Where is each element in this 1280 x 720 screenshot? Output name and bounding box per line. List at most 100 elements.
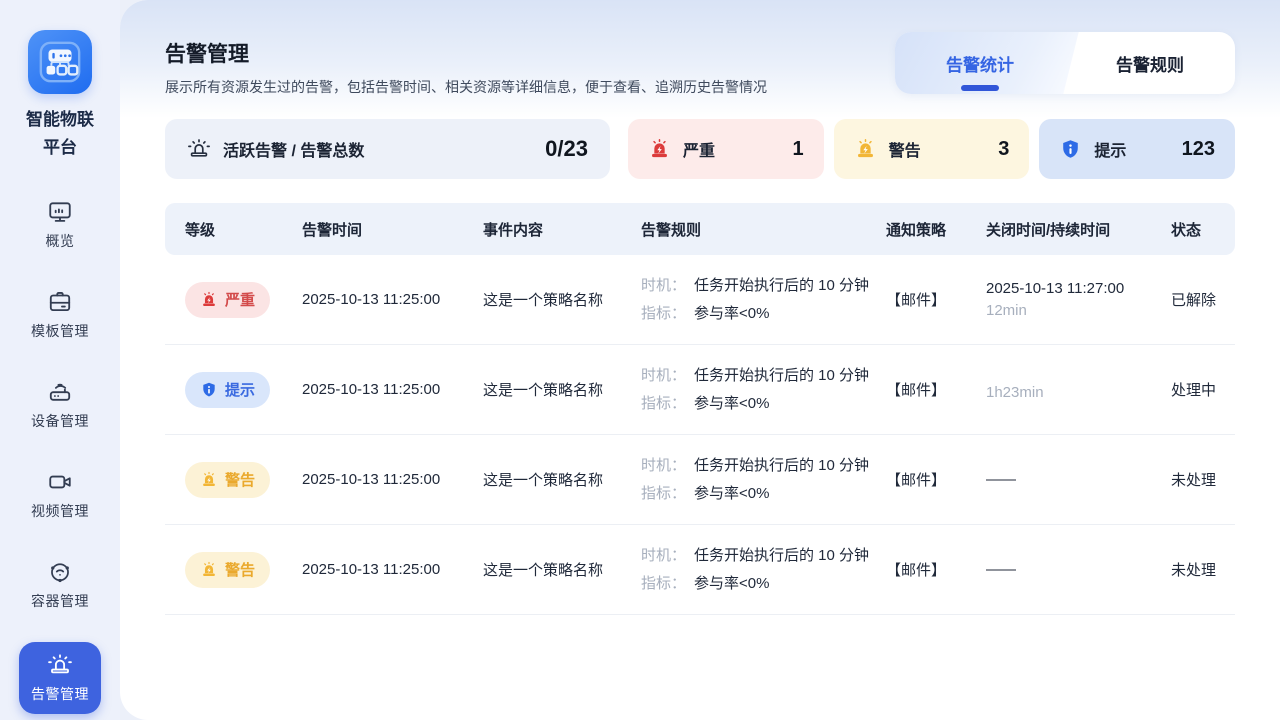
- status-cell: 处理中: [1171, 379, 1235, 400]
- rule-timing-value: 任务开始执行后的 10 分钟: [694, 277, 869, 294]
- table-row[interactable]: 警告 2025-10-13 11:25:00 这是一个策略名称 时机：任务开始执…: [165, 525, 1235, 615]
- close-time-value: ——: [986, 561, 1171, 578]
- sidebar-item-container[interactable]: 容器管理: [19, 552, 101, 618]
- severity-badge-label: 警告: [225, 469, 255, 490]
- event-content-cell: 这是一个策略名称: [483, 379, 641, 400]
- tab-alarm-rules[interactable]: 告警规则: [1065, 32, 1235, 94]
- active-alarm-summary-card: 活跃告警 / 告警总数 0/23: [165, 119, 610, 179]
- severity-badge: 严重: [185, 282, 270, 318]
- notify-policy-cell: 【邮件】: [886, 289, 986, 310]
- monitor-icon: [47, 199, 73, 225]
- sidebar-item-label: 概览: [46, 231, 75, 251]
- table-header-row: 等级告警时间事件内容告警规则通知策略关闭时间/持续时间状态: [165, 203, 1235, 255]
- video-camera-icon: [47, 469, 73, 495]
- summary-label: 活跃告警 / 告警总数: [223, 137, 364, 161]
- sidebar-item-label: 容器管理: [31, 591, 89, 611]
- app-logo: [28, 30, 92, 94]
- close-time-cell: 1h23min: [986, 379, 1171, 401]
- stat-card-label: 警告: [889, 137, 921, 161]
- severity-badge-label: 提示: [225, 379, 255, 400]
- alarm-table: 等级告警时间事件内容告警规则通知策略关闭时间/持续时间状态 严重 2025-10…: [165, 203, 1235, 615]
- siren-filled-icon: [200, 561, 218, 579]
- close-time-cell: ——: [986, 471, 1171, 488]
- rule-timing-label: 时机：: [641, 277, 686, 294]
- column-header: 关闭时间/持续时间: [986, 219, 1171, 240]
- column-header: 状态: [1171, 219, 1235, 240]
- column-header: 告警时间: [302, 219, 483, 240]
- stat-card-critical: 严重 1: [628, 119, 824, 179]
- notify-policy-cell: 【邮件】: [886, 469, 986, 490]
- sidebar-item-device[interactable]: 设备管理: [19, 372, 101, 438]
- alarm-time-cell: 2025-10-13 11:25:00: [302, 561, 483, 578]
- rule-metric-label: 指标：: [641, 575, 686, 592]
- table-body: 严重 2025-10-13 11:25:00 这是一个策略名称 时机： 任务开始执…: [165, 255, 1235, 615]
- alarm-time-cell: 2025-10-13 11:25:00: [302, 381, 483, 398]
- page-subtitle: 展示所有资源发生过的告警，包括告警时间、相关资源等详细信息，便于查看、追溯历史告…: [165, 77, 767, 97]
- iot-gateway-logo-icon: [37, 39, 83, 85]
- stat-card-value: 123: [1182, 138, 1215, 161]
- stat-card-value: 3: [998, 138, 1009, 161]
- stat-card-label: 严重: [683, 137, 715, 161]
- column-header: 告警规则: [641, 219, 886, 240]
- stat-card-value: 1: [793, 138, 804, 161]
- level-cell: 警告: [185, 462, 302, 498]
- close-time-value: ——: [986, 471, 1171, 488]
- column-header: 事件内容: [483, 219, 641, 240]
- container-hub-icon: [47, 559, 73, 585]
- siren-filled-icon: [648, 138, 671, 161]
- rule-metric-value: 参与率<0%: [694, 575, 769, 592]
- alarm-rule-cell: 时机：任务开始执行后的 10 分钟 指标：参与率<0%: [641, 542, 886, 598]
- alarm-time-cell: 2025-10-13 11:25:00: [302, 471, 483, 488]
- sidebar-item-template[interactable]: 模板管理: [19, 282, 101, 348]
- status-cell: 已解除: [1171, 289, 1235, 310]
- brand-line-2: 平台: [26, 134, 94, 162]
- duration-value: 12min: [986, 302, 1171, 319]
- alarm-rule-cell: 时机：任务开始执行后的 10 分钟 指标：参与率<0%: [641, 272, 886, 328]
- stat-card-label: 提示: [1094, 137, 1126, 161]
- alarm-stats-row: 活跃告警 / 告警总数 0/23 严重 1 警告 3 提示 123: [165, 119, 1235, 179]
- notify-policy-cell: 【邮件】: [886, 559, 986, 580]
- level-cell: 提示: [185, 372, 302, 408]
- tab-alarm-stats[interactable]: 告警统计: [895, 32, 1065, 94]
- sidebar-item-alarm[interactable]: 告警管理: [19, 642, 101, 714]
- rule-timing-value: 任务开始执行后的 10 分钟: [694, 457, 869, 474]
- page-title: 告警管理: [165, 38, 249, 68]
- sidebar-item-label: 视频管理: [31, 501, 89, 521]
- notify-policy-cell: 【邮件】: [886, 379, 986, 400]
- column-header: 等级: [185, 219, 302, 240]
- table-row[interactable]: 警告 2025-10-13 11:25:00 这是一个策略名称 时机：任务开始执…: [165, 435, 1235, 525]
- sidebar-item-label: 模板管理: [31, 321, 89, 341]
- severity-badge: 提示: [185, 372, 270, 408]
- close-time-value: 2025-10-13 11:27:00: [986, 280, 1171, 297]
- close-time-cell: 2025-10-13 11:27:00 12min: [986, 280, 1171, 319]
- rule-timing-value: 任务开始执行后的 10 分钟: [694, 367, 869, 384]
- sidebar-item-video[interactable]: 视频管理: [19, 462, 101, 528]
- table-row[interactable]: 提示 2025-10-13 11:25:00 这是一个策略名称 时机：任务开始执…: [165, 345, 1235, 435]
- severity-badge: 警告: [185, 462, 270, 498]
- table-row[interactable]: 严重 2025-10-13 11:25:00 这是一个策略名称 时机： 任务开始执…: [165, 255, 1235, 345]
- sidebar-menu: 概览 模板管理 设备管理 视频管理 容器管理 告警管理: [19, 192, 101, 714]
- summary-value: 0/23: [545, 136, 588, 162]
- rule-timing-label: 时机：: [641, 457, 686, 474]
- rule-timing-value: 任务开始执行后的 10 分钟: [694, 547, 869, 564]
- siren-outline-icon: [187, 137, 211, 161]
- alarm-time-cell: 2025-10-13 11:25:00: [302, 291, 483, 308]
- rule-metric-value: 参与率<0%: [694, 485, 769, 502]
- siren-filled-icon: [854, 138, 877, 161]
- siren-filled-icon: [200, 291, 218, 309]
- shield-info-icon: [200, 381, 218, 399]
- event-content-cell: 这是一个策略名称: [483, 289, 641, 310]
- sidebar-item-overview[interactable]: 概览: [19, 192, 101, 258]
- router-icon: [47, 379, 73, 405]
- shield-info-icon: [1059, 138, 1082, 161]
- rule-metric-label: 指标：: [641, 395, 686, 412]
- column-header: 通知策略: [886, 219, 986, 240]
- status-cell: 未处理: [1171, 469, 1235, 490]
- rule-metric-value: 参与率<0%: [694, 395, 769, 412]
- brand-title: 智能物联 平台: [26, 106, 94, 162]
- level-cell: 严重: [185, 282, 302, 318]
- tab-label: 告警统计: [946, 51, 1014, 76]
- template-icon: [47, 289, 73, 315]
- main-panel: 告警管理 展示所有资源发生过的告警，包括告警时间、相关资源等详细信息，便于查看、…: [120, 0, 1280, 720]
- rule-metric-label: 指标：: [641, 485, 686, 502]
